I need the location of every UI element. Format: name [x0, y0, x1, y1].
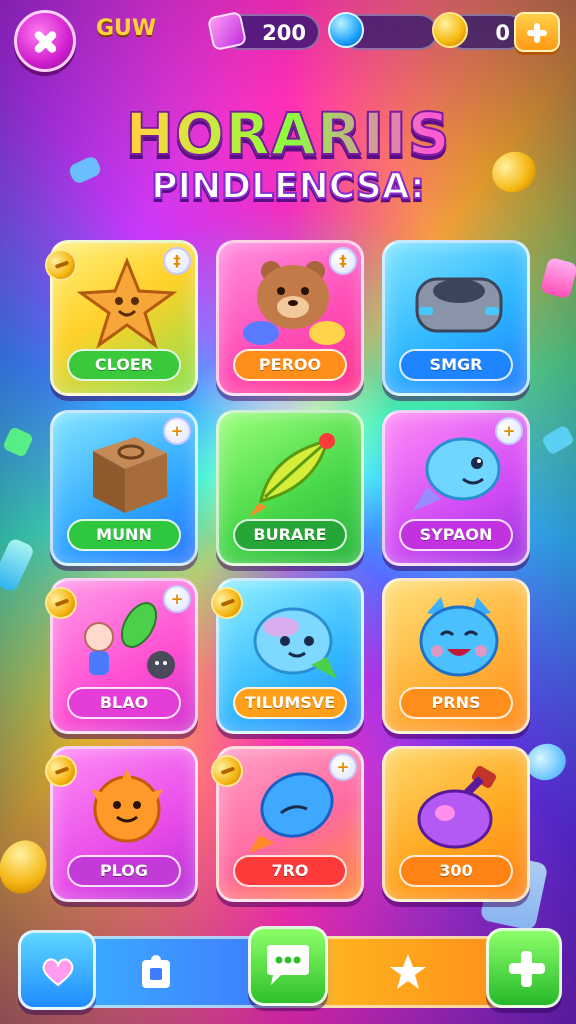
star-icon: [390, 954, 426, 989]
fish-icon: [241, 763, 345, 855]
close-button[interactable]: [14, 10, 76, 72]
crate-icon: [75, 427, 179, 519]
card-label: SYPAON: [399, 519, 513, 551]
puzzle-button[interactable]: [130, 944, 186, 1000]
heart-button[interactable]: [18, 930, 96, 1010]
dolphin-icon: [241, 595, 345, 687]
friends-icon: [75, 595, 179, 687]
level-card[interactable]: PRNS: [382, 578, 530, 734]
level-card[interactable]: BURARE: [216, 410, 364, 566]
floating-gem-icon: [539, 256, 576, 300]
level-grid: ‡ CLOER ‡ PEROO SMGR + MUNN BURARE + SYP…: [40, 240, 530, 904]
level-card[interactable]: 300: [382, 746, 530, 902]
gem-icon: [206, 10, 248, 52]
gadget-icon: [407, 257, 511, 349]
level-card[interactable]: + BLAO: [40, 578, 198, 734]
card-label: MUNN: [67, 519, 181, 551]
card-label: TILUMSVE: [233, 687, 347, 719]
card-label: CLOER: [67, 349, 181, 381]
level-card[interactable]: SMGR: [382, 240, 530, 396]
bear-icon: [241, 257, 345, 349]
level-card[interactable]: PLOG: [40, 746, 198, 902]
level-card[interactable]: TILUMSVE: [206, 578, 364, 734]
crystal-icon: [328, 12, 364, 48]
card-label: PRNS: [399, 687, 513, 719]
title-main: HORARIIS: [0, 99, 576, 169]
bottom-nav: [0, 922, 576, 1024]
plus-button[interactable]: [486, 928, 562, 1008]
level-card[interactable]: + 7RO: [206, 746, 364, 902]
heart-icon: [42, 958, 74, 987]
card-label: SMGR: [399, 349, 513, 381]
leaf-rocket-icon: [241, 427, 345, 519]
coins-value: 0: [495, 21, 510, 45]
floating-gem-icon: [2, 426, 34, 458]
card-label: PLOG: [67, 855, 181, 887]
card-label: BURARE: [233, 519, 347, 551]
chat-button[interactable]: [248, 926, 328, 1006]
potion-icon: [407, 763, 511, 855]
puzzle-icon: [142, 955, 170, 988]
top-bar: GUW 200 0: [0, 0, 576, 80]
level-card[interactable]: + SYPAON: [382, 410, 530, 566]
level-card[interactable]: ‡ CLOER: [40, 240, 198, 396]
chat-icon: [267, 945, 309, 985]
cookie-star-icon: [75, 256, 179, 349]
fish-creature-icon: [407, 427, 511, 519]
floating-gem-icon: [540, 424, 576, 456]
player-name: GUW: [96, 16, 157, 41]
coin-icon: [432, 12, 468, 48]
add-currency-button[interactable]: [514, 12, 560, 52]
card-label: BLAO: [67, 687, 181, 719]
card-label: 300: [399, 855, 513, 887]
floating-gem-icon: [0, 536, 36, 594]
title-sub: PINDLENCSA:: [150, 165, 425, 208]
sun-critter-icon: [75, 763, 179, 855]
floating-coin-icon: [0, 833, 54, 901]
level-card[interactable]: ‡ PEROO: [216, 240, 364, 396]
level-card[interactable]: + MUNN: [50, 410, 198, 566]
card-label: 7RO: [233, 855, 347, 887]
card-label: PEROO: [233, 349, 347, 381]
game-title: HORARIIS PINDLENCSA:: [0, 99, 576, 208]
gems-value: 200: [262, 21, 306, 45]
cat-icon: [407, 595, 511, 687]
star-button[interactable]: [380, 944, 436, 1000]
